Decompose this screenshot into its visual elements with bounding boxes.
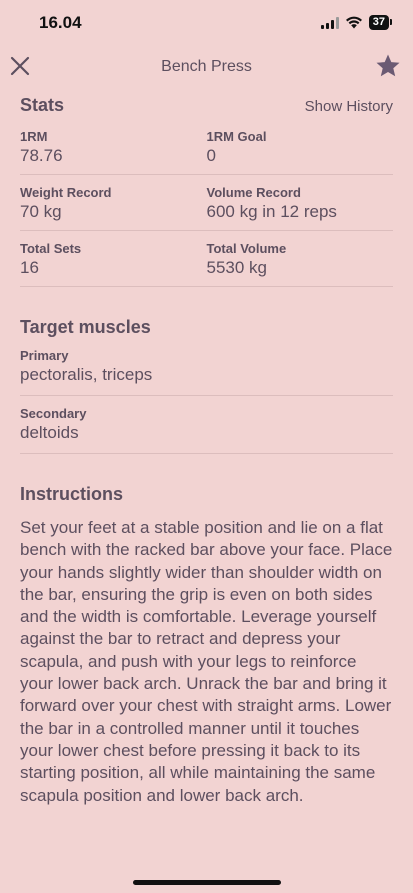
primary-label: Primary [20,348,69,363]
stat-total-volume: Total Volume 5530 kg [207,240,394,278]
content: Stats Show History 1RM 78.76 1RM Goal 0 … [20,95,393,807]
stat-1rm-goal: 1RM Goal 0 [207,128,394,166]
status-icons: 37 [320,15,393,30]
stat-label: 1RM [20,129,48,144]
stat-value: 70 kg [20,202,62,221]
secondary-value: deltoids [20,423,79,442]
wifi-icon [345,16,362,29]
stat-label: Total Volume [206,241,287,256]
battery-indicator: 37 [368,15,393,30]
status-time: 16.04 [39,13,82,32]
stats-header: Stats Show History [20,95,393,116]
navigation-bar: Bench Press [0,50,413,84]
stat-value: 0 [206,146,216,165]
secondary-label: Secondary [20,406,87,421]
stat-label: Weight Record [20,185,112,200]
primary-muscles: Primary pectoralis, triceps [20,338,393,396]
stat-weight-record: Weight Record 70 kg [20,184,207,222]
home-indicator[interactable] [133,880,281,885]
page-title: Bench Press [161,58,252,75]
stat-label: Volume Record [206,185,301,200]
stat-value: 600 kg in 12 reps [206,202,337,221]
stat-volume-record: Volume Record 600 kg in 12 reps [207,184,394,222]
cellular-signal-icon [320,16,339,29]
stats-row: 1RM 78.76 1RM Goal 0 [20,116,393,175]
secondary-muscles: Secondary deltoids [20,396,393,454]
stat-label: Total Sets [20,241,82,256]
stats-row: Weight Record 70 kg Volume Record 600 kg… [20,175,393,231]
stat-value: 78.76 [20,146,63,165]
star-icon[interactable] [375,53,401,79]
show-history-button[interactable]: Show History [305,98,393,115]
status-bar: 16.04 37 [0,0,413,44]
stat-value: 16 [20,258,39,277]
stat-total-sets: Total Sets 16 [20,240,207,278]
stats-row: Total Sets 16 Total Volume 5530 kg [20,231,393,287]
stat-1rm: 1RM 78.76 [20,128,207,166]
target-muscles-title: Target muscles [20,317,151,337]
instructions-title: Instructions [20,484,124,504]
instructions-text: Set your feet at a stable position and l… [20,518,393,805]
primary-value: pectoralis, triceps [20,365,153,384]
stat-label: 1RM Goal [206,129,267,144]
stats-title: Stats [20,95,65,115]
stat-value: 5530 kg [206,258,268,277]
